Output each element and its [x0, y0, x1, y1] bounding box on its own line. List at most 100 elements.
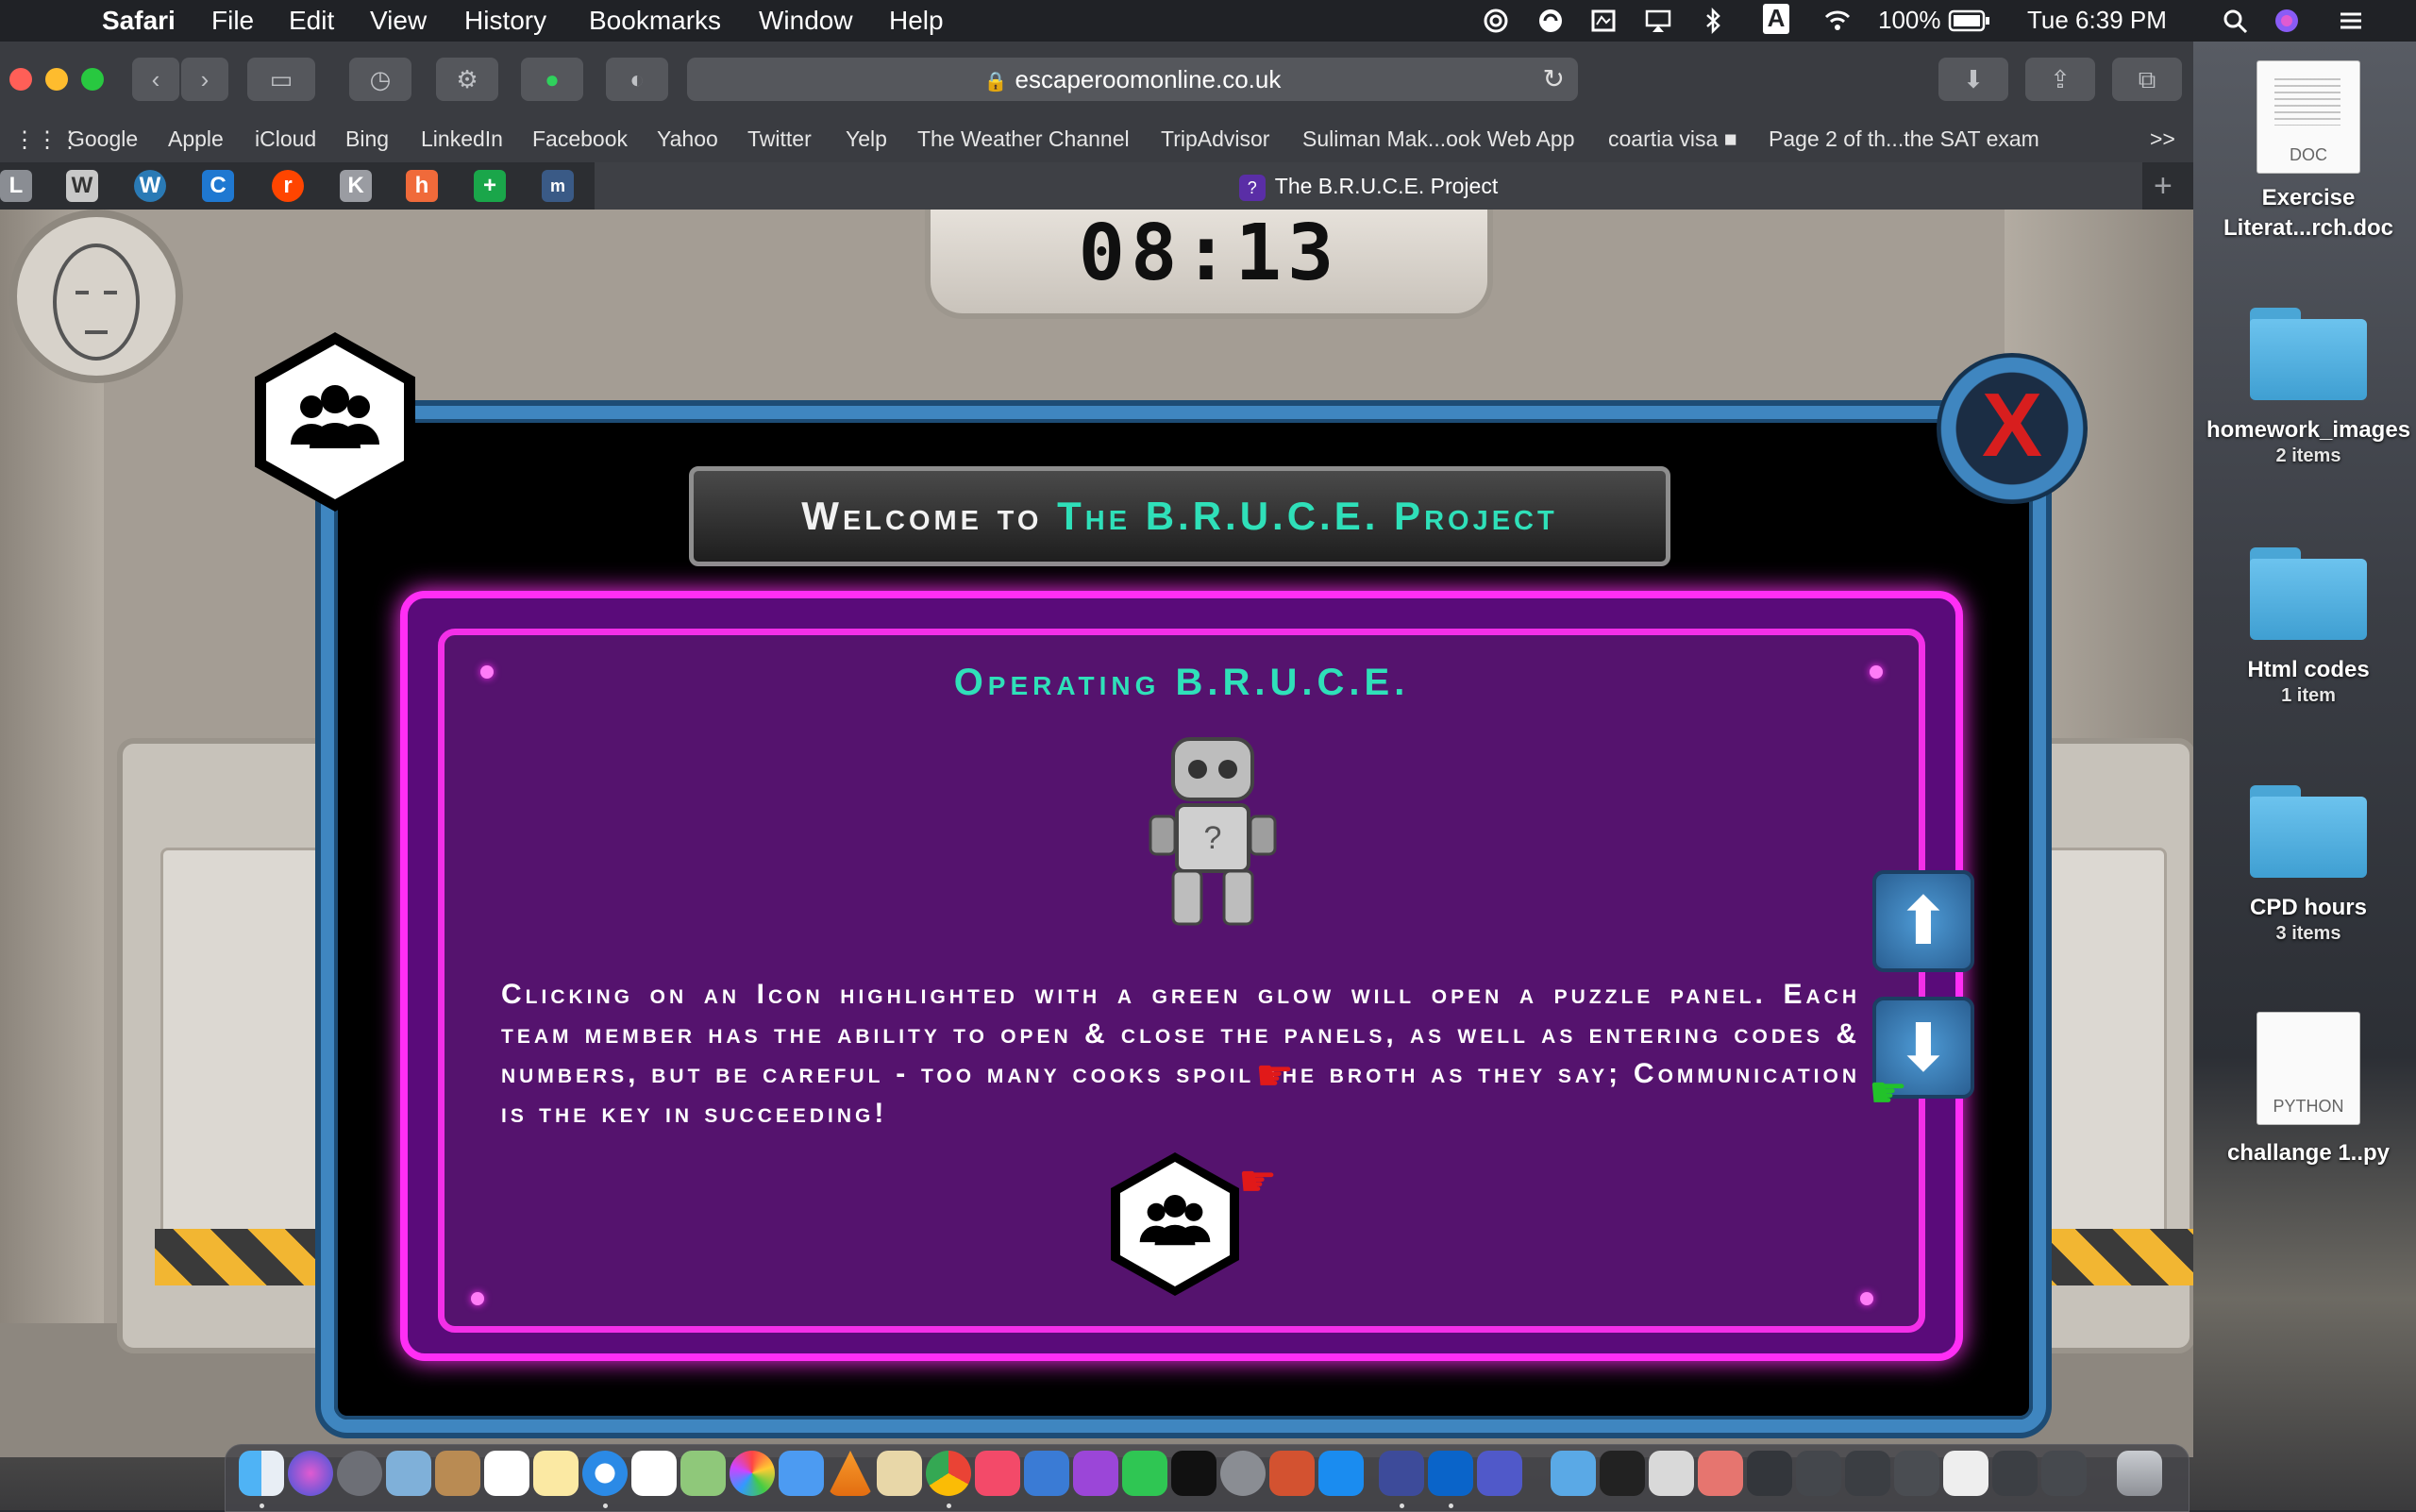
activity-icon[interactable]: [1589, 8, 1618, 34]
desktop-item-doc[interactable]: DOC Exercise Literat...rch.doc: [2205, 60, 2412, 244]
input-source-icon[interactable]: A: [1763, 4, 1789, 34]
pinned-tab-c[interactable]: C: [202, 170, 234, 202]
teams-classic-icon[interactable]: [1477, 1451, 1522, 1496]
pinned-tab-l[interactable]: L: [0, 170, 32, 202]
pinned-tab-sheets[interactable]: +: [474, 170, 506, 202]
close-window-button[interactable]: [9, 68, 32, 91]
airplay-icon[interactable]: [1644, 8, 1672, 34]
player-avatar-face[interactable]: [9, 210, 183, 383]
sync-icon[interactable]: [1536, 8, 1565, 34]
close-modal-button[interactable]: X: [1937, 353, 2088, 504]
system-preferences-icon[interactable]: [1220, 1451, 1266, 1496]
more-favorites-chevron-icon[interactable]: >>: [2150, 126, 2175, 152]
favorite-twitter[interactable]: Twitter: [747, 126, 812, 152]
pinned-tab-hubspot[interactable]: h: [406, 170, 438, 202]
maps-icon[interactable]: [680, 1451, 726, 1496]
pinned-tab-wordpress[interactable]: W: [134, 170, 166, 202]
powerpoint-icon[interactable]: [1269, 1451, 1315, 1496]
bluetooth-icon[interactable]: [1699, 8, 1727, 34]
launchpad-icon[interactable]: [337, 1451, 382, 1496]
favorite-yahoo[interactable]: Yahoo: [657, 126, 718, 152]
recent-window-icon[interactable]: [1992, 1451, 2038, 1496]
menu-bookmarks[interactable]: Bookmarks: [589, 6, 721, 36]
favorite-weather-channel[interactable]: The Weather Channel: [917, 126, 1130, 152]
app-store-icon[interactable]: [1318, 1451, 1364, 1496]
siri-icon[interactable]: [2273, 8, 2301, 34]
desktop-item-python[interactable]: PYTHON challange 1..py: [2205, 1012, 2412, 1168]
desktop-folder-html-codes[interactable]: Html codes 1 item: [2205, 547, 2412, 707]
menu-history[interactable]: History: [464, 6, 546, 36]
menu-window[interactable]: Window: [759, 6, 853, 36]
history-icon[interactable]: ◷: [349, 58, 411, 101]
recent-window-icon[interactable]: [1747, 1451, 1792, 1496]
recent-window-icon[interactable]: [1894, 1451, 1939, 1496]
favorite-coartia-visa[interactable]: coartia visa ■: [1608, 126, 1737, 152]
apple-tv-icon[interactable]: [1171, 1451, 1216, 1496]
favorite-bing[interactable]: Bing: [345, 126, 389, 152]
siri-dock-icon[interactable]: [288, 1451, 333, 1496]
desktop-folder-cpd-hours[interactable]: CPD hours 3 items: [2205, 785, 2412, 945]
share-icon[interactable]: ⇪: [2025, 58, 2095, 101]
favorite-yelp[interactable]: Yelp: [846, 126, 887, 152]
new-tab-button[interactable]: +: [2154, 168, 2173, 205]
notification-center-icon[interactable]: [2337, 8, 2365, 34]
address-bar[interactable]: 🔒 escaperoomonline.co.uk ↻: [687, 58, 1578, 101]
scroll-up-button[interactable]: ⬆: [1872, 870, 1974, 972]
finder-icon[interactable]: [239, 1451, 284, 1496]
back-button[interactable]: ‹: [132, 58, 179, 101]
favorite-linkedin[interactable]: LinkedIn: [421, 126, 503, 152]
calendar-icon[interactable]: [484, 1451, 529, 1496]
favorite-tripadvisor[interactable]: TripAdvisor: [1161, 126, 1269, 152]
recent-window-icon[interactable]: [1845, 1451, 1890, 1496]
reminders-icon[interactable]: [631, 1451, 677, 1496]
recent-app-icon[interactable]: [1698, 1451, 1743, 1496]
downloads-icon[interactable]: ⬇: [1938, 58, 2008, 101]
desktop-folder-homework-images[interactable]: homework_images 2 items: [2205, 308, 2412, 467]
textedit-icon[interactable]: [877, 1451, 922, 1496]
preview-icon[interactable]: [386, 1451, 431, 1496]
facetime-icon[interactable]: [1122, 1451, 1167, 1496]
privacy-shield-icon[interactable]: ◐: [606, 58, 668, 101]
favorite-apple[interactable]: Apple: [168, 126, 224, 152]
menu-view[interactable]: View: [370, 6, 427, 36]
downloads-stack-icon[interactable]: [1551, 1451, 1596, 1496]
recent-window-icon[interactable]: [2041, 1451, 2087, 1496]
grammarly-extension-icon[interactable]: ●: [521, 58, 583, 101]
sidebar-toggle-icon[interactable]: ▭: [247, 58, 315, 101]
tab-overview-icon[interactable]: ⧉: [2112, 58, 2182, 101]
team-button[interactable]: [1111, 1152, 1239, 1296]
pinned-tab-wikipedia[interactable]: W: [66, 170, 98, 202]
menu-help[interactable]: Help: [889, 6, 944, 36]
recent-file-icon[interactable]: [1649, 1451, 1694, 1496]
extension-gear-icon[interactable]: ⚙: [436, 58, 498, 101]
favorite-sat-exam[interactable]: Page 2 of th...the SAT exam: [1769, 126, 2039, 152]
recent-file-icon[interactable]: [1600, 1451, 1645, 1496]
forward-button[interactable]: ›: [181, 58, 228, 101]
battery-icon[interactable]: [1948, 8, 1991, 34]
numbers-icon[interactable]: [1024, 1451, 1069, 1496]
menubar-clock[interactable]: Tue 6:39 PM: [2027, 6, 2167, 35]
vlc-icon[interactable]: [828, 1451, 873, 1496]
menu-file[interactable]: File: [211, 6, 254, 36]
chrome-icon[interactable]: [926, 1451, 971, 1496]
safari-dock-icon[interactable]: [582, 1451, 628, 1496]
podcasts-icon[interactable]: [1073, 1451, 1118, 1496]
wifi-icon[interactable]: [1823, 8, 1852, 34]
zoom-window-button[interactable]: [81, 68, 104, 91]
reload-icon[interactable]: ↻: [1543, 58, 1565, 101]
recent-window-icon[interactable]: [1796, 1451, 1841, 1496]
contacts-icon[interactable]: [435, 1451, 480, 1496]
trash-icon[interactable]: [2117, 1451, 2162, 1496]
pinned-tab-reddit[interactable]: r: [272, 170, 304, 202]
spotlight-search-icon[interactable]: [2222, 8, 2250, 34]
app-menu[interactable]: Safari: [102, 6, 176, 36]
photos-icon[interactable]: [730, 1451, 775, 1496]
favorite-google[interactable]: Google: [68, 126, 138, 152]
active-tab[interactable]: ? The B.R.U.C.E. Project: [595, 162, 2142, 210]
messages-icon[interactable]: [779, 1451, 824, 1496]
minimize-window-button[interactable]: [45, 68, 68, 91]
outlook-icon[interactable]: [1428, 1451, 1473, 1496]
recent-window-icon[interactable]: [1943, 1451, 1988, 1496]
notes-icon[interactable]: [533, 1451, 579, 1496]
favorite-icloud[interactable]: iCloud: [255, 126, 316, 152]
